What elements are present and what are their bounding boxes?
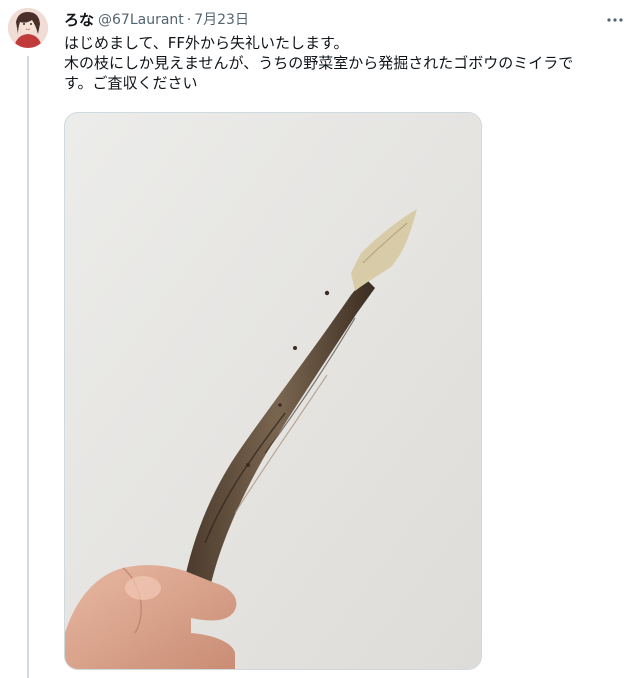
more-button[interactable]	[604, 12, 626, 28]
user-handle[interactable]: @67Laurant	[98, 10, 184, 30]
thread-connector-line	[27, 56, 29, 678]
tweet-header: ろな @67Laurant · 7月23日	[64, 10, 249, 30]
avatar[interactable]	[8, 8, 48, 48]
more-horizontal-icon	[607, 18, 623, 22]
tweet-text-line: す。ご査収ください	[64, 74, 198, 92]
tweet-text-line: はじめまして、FF外から失礼いたします。	[64, 34, 349, 52]
avatar-image-icon	[8, 8, 48, 48]
tweet-photo[interactable]	[64, 112, 482, 670]
burdock-photo-icon	[65, 113, 481, 669]
tweet-text: はじめまして、FF外から失礼いたします。 木の枝にしか見えませんが、うちの野菜室…	[64, 33, 624, 93]
header-separator: ·	[186, 12, 192, 28]
display-name[interactable]: ろな	[64, 10, 94, 30]
tweet-text-line: 木の枝にしか見えませんが、うちの野菜室から発掘されたゴボウのミイラで	[64, 54, 574, 72]
tweet-date[interactable]: 7月23日	[194, 10, 249, 30]
